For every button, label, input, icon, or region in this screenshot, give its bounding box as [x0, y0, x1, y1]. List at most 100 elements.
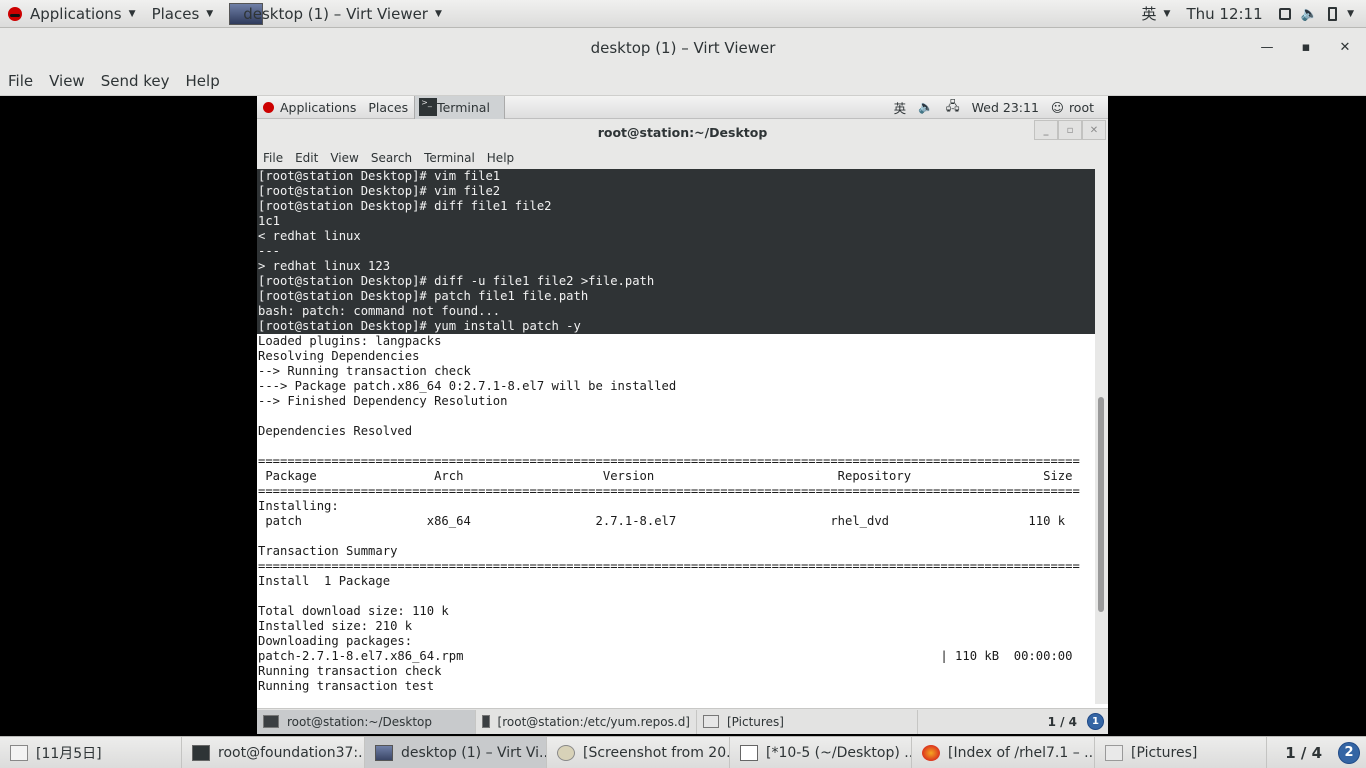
- guest-task-terminal-desktop[interactable]: root@station:~/Desktop: [257, 709, 476, 734]
- guest-user-menu[interactable]: ☺ root: [1045, 96, 1108, 119]
- host-task-firefox[interactable]: [Index of /rhel7.1 – ...: [912, 737, 1095, 768]
- ime-label: 英: [893, 100, 907, 116]
- terminal-icon: [192, 744, 210, 761]
- notification-badge[interactable]: 2: [1338, 741, 1360, 764]
- terminal-line: Running transaction check: [258, 664, 442, 678]
- terminal-line: --> Finished Dependency Resolution: [258, 394, 508, 408]
- terminal-menu-edit[interactable]: Edit: [289, 151, 324, 165]
- notification-badge[interactable]: 1: [1087, 713, 1104, 730]
- guest-applications-menu[interactable]: Applications: [257, 96, 362, 119]
- task-label: [root@station:/etc/yum.repos.d]: [497, 714, 690, 729]
- chevron-down-icon: ▼: [206, 8, 214, 19]
- task-label: root@foundation37:...: [218, 744, 365, 761]
- guest-places-label: Places: [368, 99, 409, 115]
- terminal-line: ---> Package patch.x86_64 0:2.7.1-8.el7 …: [258, 379, 677, 393]
- menu-send-key[interactable]: Send key: [93, 72, 178, 90]
- host-status-area[interactable]: 🔈 ▼: [1271, 0, 1366, 28]
- host-ime-indicator[interactable]: 英 ▼: [1134, 0, 1179, 28]
- menu-help[interactable]: Help: [178, 72, 228, 90]
- redhat-logo-icon: [263, 101, 274, 113]
- desktop-icon: [10, 744, 28, 761]
- terminal-output[interactable]: [root@station Desktop]# vim file1 [root@s…: [257, 169, 1095, 704]
- terminal-line: Running transaction test: [258, 679, 435, 693]
- host-task-desktop[interactable]: [11月5日]: [0, 737, 182, 768]
- terminal-line: ========================================…: [258, 454, 1080, 468]
- terminal-minimize-button[interactable]: _: [1034, 120, 1058, 140]
- host-active-window-menu[interactable]: desktop (1) – Virt Viewer ▼: [221, 0, 450, 28]
- battery-icon: [1328, 6, 1338, 21]
- terminal-close-button[interactable]: ✕: [1082, 120, 1106, 140]
- host-top-panel: Applications ▼ Places ▼ desktop (1) – Vi…: [0, 0, 1366, 28]
- terminal-menu-terminal[interactable]: Terminal: [418, 151, 481, 165]
- user-label: root: [1068, 99, 1094, 115]
- guest-workspace-pager[interactable]: 1 / 4 1: [1048, 713, 1108, 730]
- host-applications-menu[interactable]: Applications ▼: [0, 0, 144, 28]
- pager-label: 1 / 4: [1047, 714, 1077, 729]
- terminal-menu-view[interactable]: View: [324, 151, 364, 165]
- terminal-scrollbar[interactable]: [1095, 169, 1108, 704]
- task-label: [Pictures]: [727, 714, 784, 729]
- host-workspace-pager[interactable]: 1 / 4 2: [1285, 741, 1366, 764]
- terminal-icon: [482, 715, 490, 728]
- terminal-maximize-button[interactable]: ▫: [1058, 120, 1082, 140]
- guest-ime-indicator[interactable]: 英: [888, 96, 913, 119]
- terminal-menu-file[interactable]: File: [257, 151, 289, 165]
- guest-clock[interactable]: Wed 23:11: [966, 96, 1045, 119]
- host-task-screenshot[interactable]: [Screenshot from 20...: [547, 737, 730, 768]
- clock-label: Thu 12:11: [1186, 4, 1263, 23]
- close-button[interactable]: ✕: [1326, 28, 1364, 67]
- redhat-logo-icon: [8, 6, 22, 21]
- host-clock[interactable]: Thu 12:11: [1178, 0, 1270, 28]
- virt-viewer-menubar: File View Send key Help: [0, 67, 1366, 96]
- terminal-line: Installing:: [258, 499, 339, 513]
- menu-file[interactable]: File: [0, 72, 41, 90]
- host-taskbar: [11月5日] root@foundation37:... desktop (1…: [0, 736, 1366, 768]
- chevron-down-icon: ▼: [128, 8, 136, 19]
- terminal-menu-search[interactable]: Search: [365, 151, 418, 165]
- virt-viewer-icon: [375, 744, 393, 761]
- guest-network-icon[interactable]: 🖧: [940, 96, 966, 119]
- task-label: [Index of /rhel7.1 – ...: [948, 744, 1095, 761]
- terminal-icon: >_: [419, 98, 438, 116]
- menu-view[interactable]: View: [41, 72, 93, 90]
- host-task-terminal[interactable]: root@foundation37:...: [182, 737, 365, 768]
- guest-task-terminal-yum-repos[interactable]: [root@station:/etc/yum.repos.d]: [476, 709, 697, 734]
- terminal-title: root@station:~/Desktop: [597, 125, 768, 140]
- guest-task-pictures[interactable]: [Pictures]: [697, 709, 918, 734]
- terminal-line: Loaded plugins: langpacks: [258, 334, 442, 348]
- pager-label: 1 / 4: [1285, 743, 1322, 762]
- host-task-text-editor[interactable]: [*10-5 (~/Desktop) ...: [730, 737, 912, 768]
- scrollbar-thumb[interactable]: [1098, 397, 1104, 612]
- terminal-line: ---: [257, 244, 1095, 259]
- minimize-button[interactable]: —: [1248, 28, 1286, 67]
- image-viewer-icon: [557, 744, 575, 761]
- volume-icon: 🔈: [1300, 5, 1319, 22]
- host-task-pictures[interactable]: [Pictures]: [1095, 737, 1267, 768]
- chevron-down-icon: ▼: [1347, 8, 1354, 19]
- host-task-virt-viewer[interactable]: desktop (1) – Virt Vi...: [365, 737, 547, 768]
- clock-label: Wed 23:11: [971, 99, 1039, 115]
- guest-display[interactable]: Applications Places >_ Terminal 英 🔈 🖧 We…: [257, 96, 1108, 734]
- terminal-line: Total download size: 110 k: [258, 604, 449, 618]
- task-label: [Pictures]: [1131, 744, 1198, 761]
- guest-volume-icon[interactable]: 🔈: [912, 96, 940, 119]
- guest-places-menu[interactable]: Places: [362, 96, 414, 119]
- folder-icon: [1105, 744, 1123, 761]
- guest-top-panel: Applications Places >_ Terminal 英 🔈 🖧 We…: [257, 96, 1108, 119]
- guest-taskbar: root@station:~/Desktop [root@station:/et…: [257, 708, 1108, 734]
- guest-terminal-window-button[interactable]: >_ Terminal: [414, 96, 505, 119]
- virt-viewer-titlebar: desktop (1) – Virt Viewer — ▪ ✕: [0, 28, 1366, 67]
- terminal-line: patch-2.7.1-8.el7.x86_64.rpm | 110 kB 00…: [258, 649, 1073, 663]
- guest-terminal-label: Terminal: [437, 99, 490, 115]
- maximize-button[interactable]: ▪: [1287, 28, 1325, 67]
- terminal-line: bash: patch: command not found...: [257, 304, 1095, 319]
- host-active-window-label: desktop (1) – Virt Viewer: [243, 4, 428, 23]
- firefox-icon: [922, 744, 940, 761]
- terminal-titlebar: root@station:~/Desktop _ ▫ ✕: [257, 119, 1108, 146]
- terminal-line: [root@station Desktop]# patch file1 file…: [257, 289, 1095, 304]
- host-places-menu[interactable]: Places ▼: [144, 0, 222, 28]
- terminal-line: Transaction Summary: [258, 544, 398, 558]
- terminal-menu-help[interactable]: Help: [481, 151, 520, 165]
